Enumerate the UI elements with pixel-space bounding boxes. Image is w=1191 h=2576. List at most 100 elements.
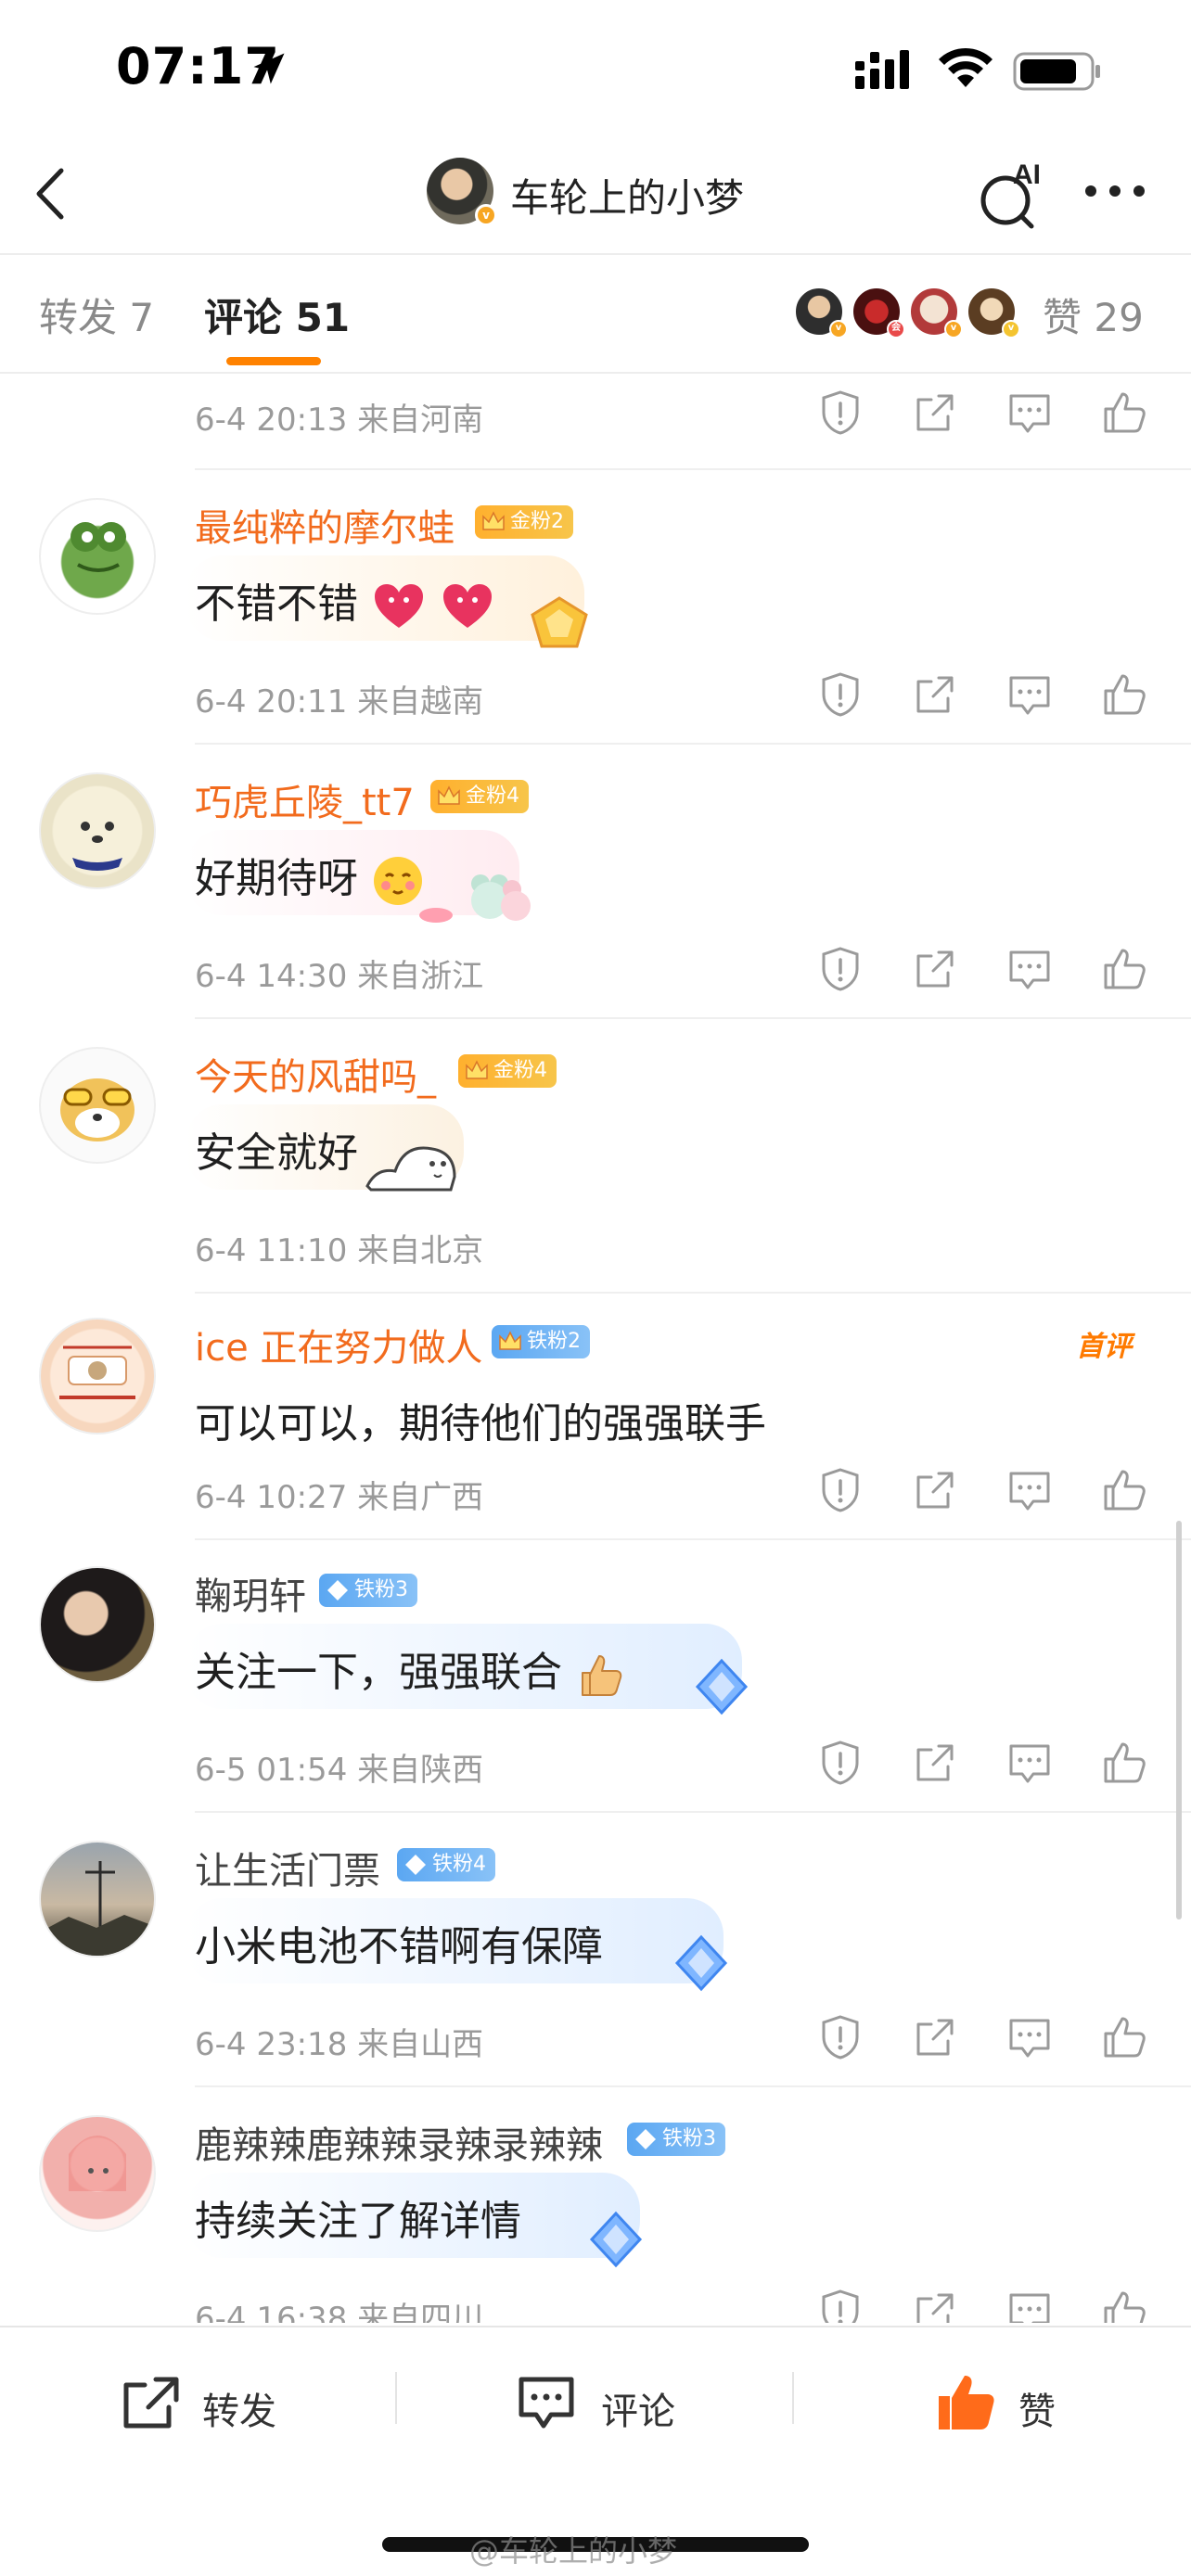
share-icon[interactable] xyxy=(911,1466,959,1514)
fan-badge: 金粉4 xyxy=(430,780,529,813)
tab-likes[interactable]: 赞 29 xyxy=(1043,287,1144,343)
thumbs-up-icon[interactable] xyxy=(1100,670,1148,719)
report-icon[interactable] xyxy=(816,1466,864,1514)
landscape-avatar-icon xyxy=(41,1861,154,1956)
report-icon[interactable] xyxy=(816,389,864,437)
more-options-icon[interactable] xyxy=(1083,184,1146,198)
cellular-signal-icon xyxy=(855,50,909,89)
blue-diamond-icon xyxy=(695,1658,749,1715)
comment-meta: 6-4 10:27 来自广西 xyxy=(195,1479,484,1516)
comment-item[interactable]: 最纯粹的摩尔蛙 金粉2 不错不错 6-4 20:11 来自越南 xyxy=(0,498,1191,776)
comment-item[interactable]: ice 正在努力做人 铁粉2 首评 可以可以，期待他们的强强联手 6-4 10:… xyxy=(0,1318,1191,1587)
fan-badge-label: 铁粉3 xyxy=(662,2127,716,2150)
gold-badge-icon xyxy=(531,596,588,648)
diamond-icon xyxy=(405,1855,426,1875)
reply-icon[interactable] xyxy=(1005,945,1054,993)
thumbs-up-icon[interactable] xyxy=(1100,2013,1148,2061)
report-icon[interactable] xyxy=(816,945,864,993)
report-icon[interactable] xyxy=(816,1739,864,1787)
share-icon[interactable] xyxy=(911,389,959,437)
comment-list[interactable]: 6-4 20:13 来自河南 最纯粹的摩尔蛙 金粉2 不错不错 6-4 20:1… xyxy=(0,376,1191,2323)
commenter-avatar[interactable] xyxy=(39,1047,156,1164)
thumbs-up-icon[interactable] xyxy=(1100,945,1148,993)
share-icon[interactable] xyxy=(911,945,959,993)
comment-meta: 6-4 11:10 来自北京 xyxy=(195,1232,484,1269)
comment-item[interactable]: 巧虎丘陵_tt7 金粉4 好期待呀 6-4 14:30 来自浙江 xyxy=(0,772,1191,1051)
comment-meta: 6-4 20:11 来自越南 xyxy=(195,683,484,721)
fan-badge-label: 金粉2 xyxy=(510,510,564,533)
text-avatar-icon xyxy=(59,1345,135,1399)
girl-avatar-icon xyxy=(69,2136,126,2191)
page-title[interactable]: 车轮上的小梦 xyxy=(510,167,744,223)
comment-item[interactable]: 鹿辣辣鹿辣辣录辣录辣辣 铁粉3 持续关注了解详情 6-4 16:38 来自四川 xyxy=(0,2115,1191,2323)
comment-meta-row: 6-4 10:27 来自广西 xyxy=(0,1453,1191,1527)
commenter-avatar[interactable] xyxy=(39,772,156,889)
tab-bar: 转发 7 评论 51 v 会 v v 赞 29 xyxy=(0,257,1191,374)
divider xyxy=(195,2085,1191,2087)
battery-icon xyxy=(1013,52,1100,91)
commenter-name[interactable]: 让生活门票 xyxy=(195,1841,380,1894)
comment-button[interactable]: 评论 xyxy=(516,2370,683,2435)
commenter-name[interactable]: ice 正在努力做人 xyxy=(195,1318,482,1371)
report-icon[interactable] xyxy=(816,2288,864,2323)
commenter-avatar[interactable] xyxy=(39,1566,156,1683)
author-avatar[interactable]: v xyxy=(427,158,497,226)
commenter-avatar[interactable] xyxy=(39,1841,156,1958)
verified-badge-icon: v xyxy=(829,320,848,338)
thumbs-up-icon[interactable] xyxy=(1100,2288,1148,2323)
commenter-name[interactable]: 最纯粹的摩尔蛙 xyxy=(195,498,455,552)
tab-comment[interactable]: 评论 51 xyxy=(204,287,350,343)
bear-avatar-icon xyxy=(72,822,122,871)
report-icon[interactable] xyxy=(816,2013,864,2061)
report-icon[interactable] xyxy=(816,670,864,719)
ai-search-icon[interactable]: AI xyxy=(976,158,1050,232)
comment-meta: 6-4 14:30 来自浙江 xyxy=(195,958,484,995)
liker-avatar: v xyxy=(967,287,1020,338)
liker-avatar: 会 xyxy=(852,287,905,338)
share-icon[interactable] xyxy=(911,1739,959,1787)
commenter-avatar[interactable] xyxy=(39,1318,156,1435)
thumbs-up-emoji-icon xyxy=(582,1655,622,1696)
reply-icon[interactable] xyxy=(1005,1739,1054,1787)
divider xyxy=(792,2372,794,2424)
forward-button[interactable]: 转发 xyxy=(121,2370,278,2435)
reply-icon[interactable] xyxy=(1005,389,1054,437)
heart-emoji-icon xyxy=(375,584,423,628)
comment-meta-row: 6-5 01:54 来自陕西 xyxy=(0,1726,1191,1800)
share-icon[interactable] xyxy=(911,2288,959,2323)
share-icon[interactable] xyxy=(911,2013,959,2061)
reply-icon[interactable] xyxy=(1005,1466,1054,1514)
commenter-avatar[interactable] xyxy=(39,498,156,615)
share-icon xyxy=(123,2377,179,2429)
comment-text: 小米电池不错啊有保障 xyxy=(195,1923,603,1970)
dog-avatar-icon xyxy=(60,1078,134,1141)
fan-badge: 金粉4 xyxy=(458,1054,557,1088)
thumbs-up-icon[interactable] xyxy=(1100,1466,1148,1514)
divider xyxy=(195,1017,1191,1019)
thumbs-up-icon[interactable] xyxy=(1100,389,1148,437)
commenter-name[interactable]: 今天的风甜吗_ xyxy=(195,1047,436,1101)
comment-meta-row: 6-4 20:11 来自越南 xyxy=(0,657,1191,732)
reply-icon[interactable] xyxy=(1005,2013,1054,2061)
reply-icon[interactable] xyxy=(1005,2288,1054,2323)
frog-avatar-icon xyxy=(70,522,126,572)
reply-icon[interactable] xyxy=(1005,670,1054,719)
crown-icon xyxy=(438,785,460,805)
share-icon[interactable] xyxy=(911,670,959,719)
like-button[interactable]: 赞 xyxy=(933,2370,1063,2435)
commenter-name[interactable]: 鹿辣辣鹿辣辣录辣录辣辣 xyxy=(195,2115,603,2169)
scrollbar-thumb[interactable] xyxy=(1176,1521,1182,1919)
ai-label: AI xyxy=(1013,159,1041,190)
fan-badge-label: 铁粉4 xyxy=(432,1853,486,1876)
commenter-name[interactable]: 巧虎丘陵_tt7 xyxy=(195,772,415,826)
commenter-name[interactable]: 鞠玥轩 xyxy=(195,1566,306,1620)
comment-meta-row: 6-4 16:38 来自四川 xyxy=(0,2275,1191,2323)
comment-item[interactable]: 今天的风甜吗_ 金粉4 安全就好 6-4 11:10 来自北京 xyxy=(0,1047,1191,1325)
comment-item[interactable]: 鞠玥轩 铁粉3 关注一下，强强联合 6-5 01:54 来自陕西 xyxy=(0,1566,1191,1844)
comment-item[interactable]: 让生活门票 铁粉4 小米电池不错啊有保障 6-4 23:18 来自山西 xyxy=(0,1841,1191,2119)
commenter-avatar[interactable] xyxy=(39,2115,156,2232)
fan-badge-label: 铁粉3 xyxy=(354,1578,408,1601)
back-chevron-icon[interactable] xyxy=(28,165,74,223)
thumbs-up-icon[interactable] xyxy=(1100,1739,1148,1787)
tab-forward[interactable]: 转发 7 xyxy=(39,287,154,343)
